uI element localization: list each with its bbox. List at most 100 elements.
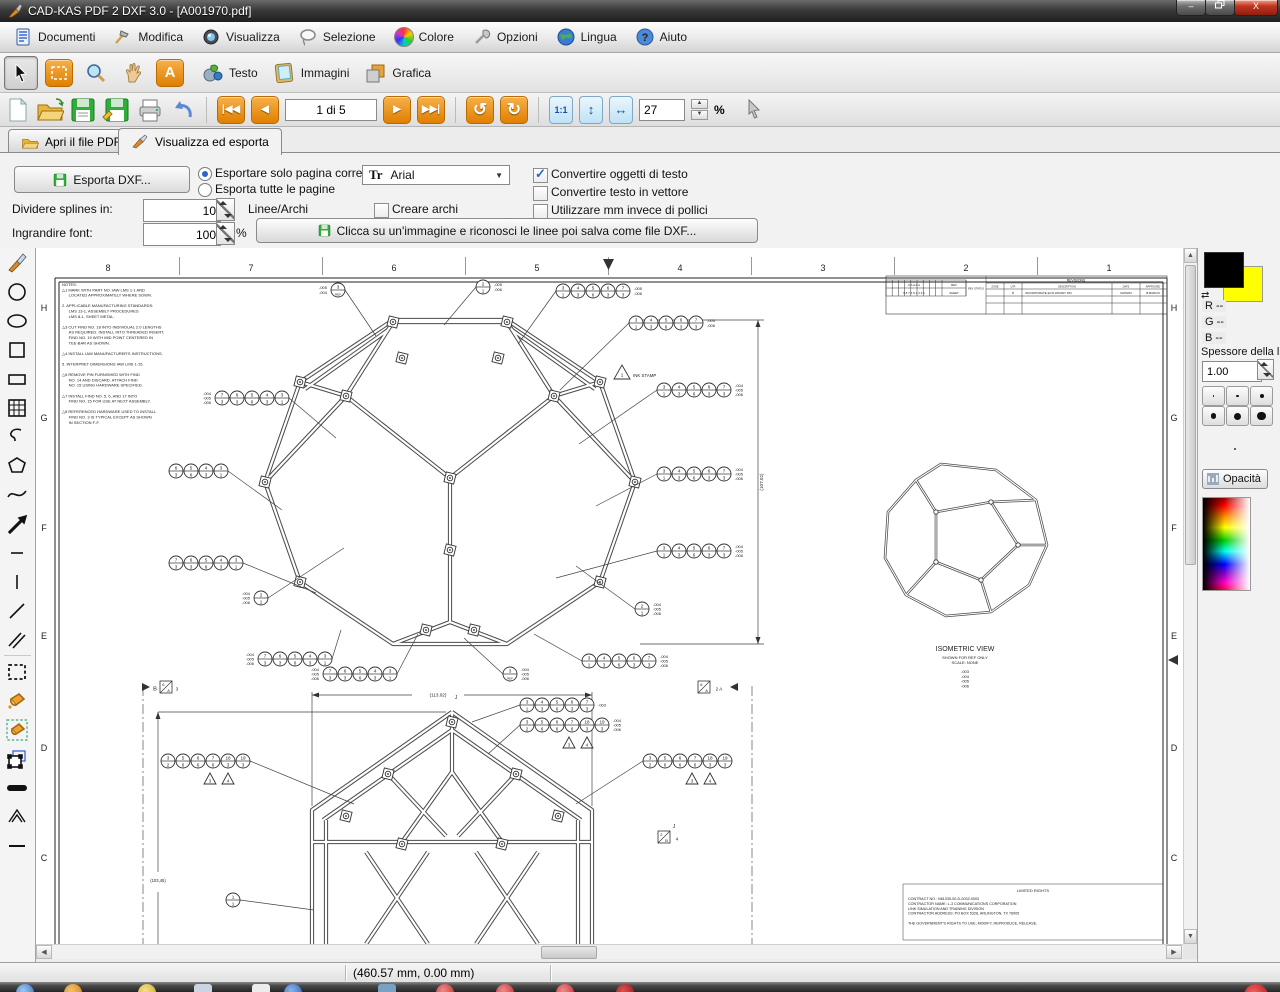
line-width-2-button[interactable] xyxy=(1226,386,1249,406)
pointer-mode-icon[interactable] xyxy=(745,99,763,121)
title-bar[interactable]: CAD-KAS PDF 2 DXF 3.0 - [A001970.pdf] – … xyxy=(0,0,1280,22)
taskbar-icon[interactable] xyxy=(284,984,302,992)
line-width-3-button[interactable] xyxy=(1250,386,1273,406)
select-region-button[interactable] xyxy=(43,57,75,89)
rotate-right-button[interactable]: ↻ xyxy=(500,96,528,124)
menu-modifica[interactable]: Modifica xyxy=(108,24,192,50)
menu-lingua[interactable]: Lingua xyxy=(551,24,626,50)
previous-page-button[interactable]: ◀ xyxy=(251,96,279,124)
select-rect-tool[interactable] xyxy=(0,657,34,686)
fit-height-button[interactable]: ↕ xyxy=(579,96,603,124)
fit-width-button[interactable]: ↔ xyxy=(609,96,633,124)
line-width-4-button[interactable] xyxy=(1202,406,1225,426)
scroll-down-icon[interactable]: ▼ xyxy=(1184,929,1197,944)
line-tool[interactable] xyxy=(0,831,34,860)
tab-apri-file-pdf[interactable]: Apri il file PDF xyxy=(8,129,134,154)
vertical-scrollbar[interactable]: ▲ ▼ xyxy=(1183,248,1197,944)
scroll-right-icon[interactable]: ▶ xyxy=(1166,945,1182,959)
horizontal-scroll-thumb[interactable] xyxy=(541,946,597,959)
fill-tool[interactable] xyxy=(0,686,34,715)
horizontal-scrollbar[interactable]: ◀ ▶ xyxy=(36,944,1183,959)
taskbar-icon[interactable] xyxy=(64,984,82,992)
enlarge-font-input[interactable] xyxy=(143,223,221,246)
vertical-scroll-thumb[interactable] xyxy=(1185,265,1196,565)
radio-export-current-page[interactable] xyxy=(198,167,212,181)
rotate-left-button[interactable]: ↺ xyxy=(466,96,494,124)
color-palette-gradient[interactable] xyxy=(1202,497,1251,591)
line-width-6-button[interactable] xyxy=(1250,406,1273,426)
checkbox-use-mm[interactable] xyxy=(533,204,548,219)
rectangle-tool[interactable] xyxy=(0,364,34,393)
grafica-button[interactable]: Grafica xyxy=(364,62,431,84)
pdf-page-canvas[interactable]: 87654321HHGGFFEEDDCCNOTES:△1 MARK WITH P… xyxy=(36,248,1183,944)
line-width-5-button[interactable] xyxy=(1226,406,1249,426)
zoom-level-input[interactable] xyxy=(639,99,685,121)
menu-aiuto[interactable]: ? Aiuto xyxy=(630,24,696,50)
radio-export-all-pages[interactable] xyxy=(198,183,212,197)
enlarge-font-spinner[interactable] xyxy=(216,222,235,245)
restore-button[interactable] xyxy=(1205,0,1235,16)
taskbar-icon[interactable] xyxy=(194,984,212,992)
freehand-tool[interactable] xyxy=(0,480,34,509)
transform-tool[interactable] xyxy=(0,744,34,773)
checkbox-convert-text-objects[interactable] xyxy=(533,168,548,183)
horizontal-line-tool[interactable] xyxy=(0,538,34,567)
taskbar-icon[interactable] xyxy=(496,984,514,992)
taskbar-icon[interactable] xyxy=(252,984,270,992)
immagini-button[interactable]: Immagini xyxy=(273,62,350,84)
save-as-button[interactable] xyxy=(102,97,130,123)
opacity-button[interactable]: Opacità xyxy=(1202,469,1268,489)
zoom-actual-size-button[interactable]: 1:1 xyxy=(549,96,573,124)
last-page-button[interactable]: ▶▶| xyxy=(417,96,445,124)
divide-splines-input[interactable] xyxy=(143,199,221,222)
new-document-button[interactable] xyxy=(6,97,30,123)
diagonal-line-tool[interactable] xyxy=(0,596,34,625)
print-button[interactable] xyxy=(136,97,164,123)
scroll-left-icon[interactable]: ◀ xyxy=(36,945,52,959)
parallel-lines-tool[interactable] xyxy=(0,625,34,654)
open-file-button[interactable] xyxy=(36,97,64,123)
ellipse-tool[interactable] xyxy=(0,306,34,335)
undo-button[interactable] xyxy=(170,97,196,123)
taskbar-icon[interactable] xyxy=(138,984,156,992)
polygon-tool[interactable] xyxy=(0,451,34,480)
line-width-1-button[interactable] xyxy=(1202,386,1225,406)
close-button[interactable]: X xyxy=(1234,0,1278,16)
circle-tool[interactable] xyxy=(0,277,34,306)
recognize-lines-button[interactable]: Clicca su un'immagine e riconosci le lin… xyxy=(256,218,758,243)
cursor-tool-button[interactable] xyxy=(4,56,38,90)
scroll-up-icon[interactable]: ▲ xyxy=(1184,248,1197,263)
next-page-button[interactable]: ▶ xyxy=(383,96,411,124)
text-format-button[interactable]: A xyxy=(154,57,186,89)
font-select[interactable]: Tr Arial ▼ xyxy=(362,165,510,185)
export-dxf-button[interactable]: Esporta DXF... xyxy=(14,166,190,193)
menu-visualizza[interactable]: Visualizza xyxy=(196,24,289,50)
line-thickness-spinner[interactable] xyxy=(1257,359,1274,380)
windows-taskbar[interactable] xyxy=(0,982,1280,992)
line-thickness-input[interactable] xyxy=(1202,361,1262,382)
taskbar-icon[interactable] xyxy=(436,984,454,992)
taskbar-icon[interactable] xyxy=(1244,984,1268,992)
arrow-tool[interactable] xyxy=(0,509,34,538)
taskbar-icon[interactable] xyxy=(616,984,634,992)
start-orb-icon[interactable] xyxy=(16,984,34,992)
fill-selection-tool[interactable] xyxy=(0,715,34,744)
page-indicator-input[interactable] xyxy=(285,99,377,121)
menu-selezione[interactable]: Selezione xyxy=(293,24,385,50)
menu-opzioni[interactable]: Opzioni xyxy=(467,24,547,50)
checkbox-create-arcs[interactable] xyxy=(374,203,389,218)
foreground-color-swatch[interactable] xyxy=(1204,252,1244,288)
chevron-tool[interactable] xyxy=(0,802,34,831)
menu-colore[interactable]: Colore xyxy=(389,24,463,50)
grid-tool[interactable] xyxy=(0,393,34,422)
minimize-button[interactable]: – xyxy=(1176,0,1206,16)
taskbar-icon[interactable] xyxy=(556,984,574,992)
menu-documenti[interactable]: Documenti xyxy=(8,24,104,50)
brush-tool[interactable] xyxy=(0,248,34,277)
checkbox-convert-text-vector[interactable] xyxy=(533,186,548,201)
thick-line-tool[interactable] xyxy=(0,773,34,802)
vertical-line-tool[interactable] xyxy=(0,567,34,596)
zoom-spinner[interactable]: ▲▼ xyxy=(691,99,708,120)
taskbar-icon[interactable] xyxy=(378,984,396,992)
save-button[interactable] xyxy=(70,97,96,123)
